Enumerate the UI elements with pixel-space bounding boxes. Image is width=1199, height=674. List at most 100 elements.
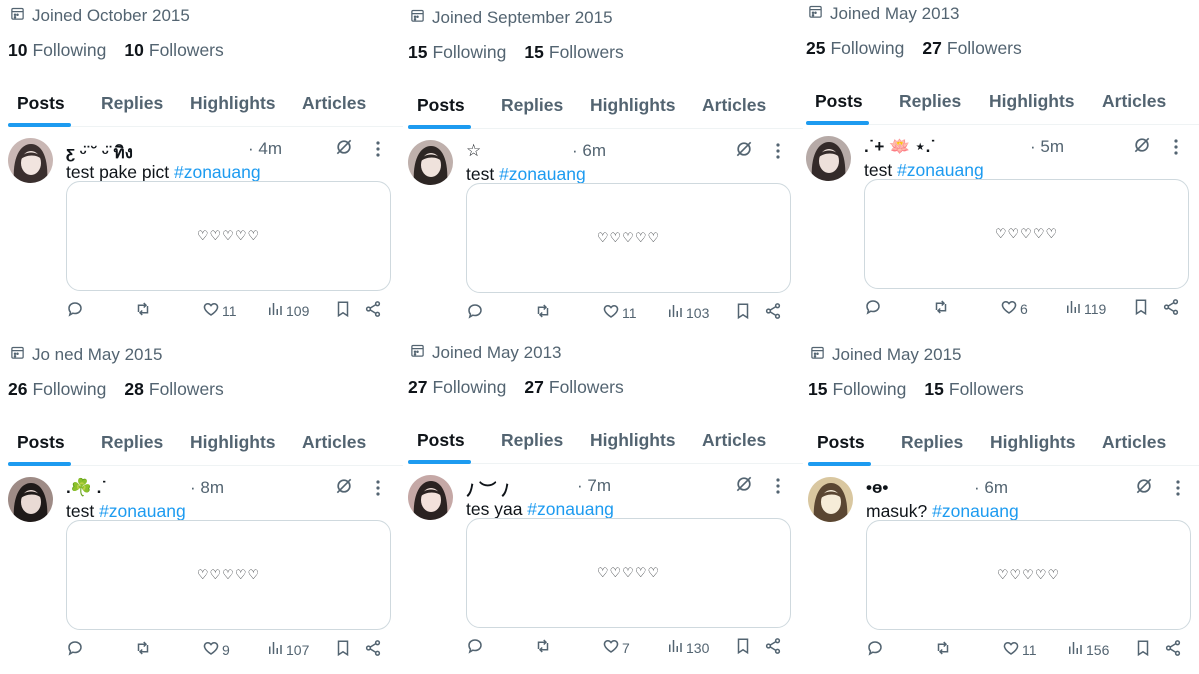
followers-link[interactable]: 15 Followers — [524, 42, 623, 63]
display-name[interactable]: ☆ — [466, 141, 481, 161]
followers-link[interactable]: 27 Followers — [524, 377, 623, 398]
display-name[interactable]: •ɵ• — [866, 478, 888, 498]
display-name[interactable]: .˙+ 🪷 ⋆.˙ — [864, 137, 936, 157]
bookmark-button[interactable] — [734, 302, 752, 323]
views-button[interactable]: 109 — [266, 300, 309, 321]
hashtag-link[interactable]: #zonauang — [897, 160, 984, 180]
post-time[interactable]: · 7m — [577, 476, 611, 496]
avatar[interactable] — [806, 136, 851, 181]
post-time[interactable]: · 4m — [248, 139, 282, 159]
repost-button[interactable] — [934, 639, 952, 660]
more-icon[interactable] — [776, 478, 780, 494]
avatar[interactable] — [8, 477, 53, 522]
tab-articles[interactable]: Articles — [302, 432, 366, 453]
bookmark-button[interactable] — [1134, 639, 1152, 660]
avatar[interactable] — [408, 475, 453, 520]
repost-button[interactable] — [534, 302, 552, 323]
more-icon[interactable] — [376, 480, 380, 496]
following-link[interactable]: 10 Following — [8, 40, 106, 61]
bookmark-button[interactable] — [334, 639, 352, 660]
repost-button[interactable] — [932, 298, 950, 319]
avatar[interactable] — [8, 138, 53, 183]
tab-posts[interactable]: Posts — [17, 432, 65, 453]
tab-articles[interactable]: Articles — [1102, 432, 1166, 453]
tab-posts[interactable]: Posts — [817, 432, 865, 453]
tab-replies[interactable]: Replies — [901, 432, 963, 453]
media-card[interactable]: ♡♡♡♡♡ — [66, 520, 391, 630]
grok-icon[interactable] — [334, 137, 354, 157]
repost-button[interactable] — [134, 300, 152, 321]
post-time[interactable]: · 8m — [190, 478, 224, 498]
like-button[interactable]: 11 — [202, 300, 237, 321]
grok-icon[interactable] — [734, 139, 754, 159]
grok-icon[interactable] — [334, 476, 354, 496]
share-button[interactable] — [1164, 639, 1182, 660]
tab-posts[interactable]: Posts — [815, 91, 863, 112]
following-link[interactable]: 15 Following — [808, 379, 906, 400]
reply-button[interactable] — [66, 639, 84, 660]
more-icon[interactable] — [376, 141, 380, 157]
share-button[interactable] — [364, 300, 382, 321]
media-card[interactable]: ♡♡♡♡♡ — [66, 181, 391, 291]
following-link[interactable]: 27 Following — [408, 377, 506, 398]
reply-button[interactable] — [66, 300, 84, 321]
bookmark-button[interactable] — [734, 637, 752, 658]
like-button[interactable]: 9 — [202, 639, 230, 660]
tab-posts[interactable]: Posts — [417, 430, 465, 451]
bookmark-button[interactable] — [1132, 298, 1150, 319]
like-button[interactable]: 7 — [602, 637, 630, 658]
more-icon[interactable] — [1176, 480, 1180, 496]
followers-link[interactable]: 10 Followers — [124, 40, 223, 61]
share-button[interactable] — [764, 302, 782, 323]
like-button[interactable]: 11 — [602, 302, 637, 323]
tab-posts[interactable]: Posts — [17, 93, 65, 114]
followers-link[interactable]: 28 Followers — [124, 379, 223, 400]
tab-posts[interactable]: Posts — [417, 95, 465, 116]
avatar[interactable] — [408, 140, 453, 185]
reply-button[interactable] — [866, 639, 884, 660]
following-link[interactable]: 15 Following — [408, 42, 506, 63]
views-button[interactable]: 103 — [666, 302, 709, 323]
post-time[interactable]: · 6m — [974, 478, 1008, 498]
tab-highlights[interactable]: Highlights — [190, 432, 276, 453]
views-button[interactable]: 130 — [666, 637, 709, 658]
followers-link[interactable]: 27 Followers — [922, 38, 1021, 59]
hashtag-link[interactable]: #zonauang — [99, 501, 186, 521]
like-button[interactable]: 6 — [1000, 298, 1028, 319]
views-button[interactable]: 107 — [266, 639, 309, 660]
tab-highlights[interactable]: Highlights — [989, 91, 1075, 112]
grok-icon[interactable] — [734, 474, 754, 494]
tab-replies[interactable]: Replies — [501, 95, 563, 116]
repost-button[interactable] — [534, 637, 552, 658]
bookmark-button[interactable] — [334, 300, 352, 321]
hashtag-link[interactable]: #zonauang — [499, 164, 586, 184]
display-name[interactable]: ﾉ ︶ ﾉ — [466, 476, 509, 501]
more-icon[interactable] — [776, 143, 780, 159]
reply-button[interactable] — [864, 298, 882, 319]
reply-button[interactable] — [466, 637, 484, 658]
tab-replies[interactable]: Replies — [101, 432, 163, 453]
tab-highlights[interactable]: Highlights — [190, 93, 276, 114]
tab-articles[interactable]: Articles — [702, 430, 766, 451]
hashtag-link[interactable]: #zonauang — [527, 499, 614, 519]
followers-link[interactable]: 15 Followers — [924, 379, 1023, 400]
following-link[interactable]: 25 Following — [806, 38, 904, 59]
tab-replies[interactable]: Replies — [501, 430, 563, 451]
media-card[interactable]: ♡♡♡♡♡ — [866, 520, 1191, 630]
avatar[interactable] — [808, 477, 853, 522]
views-button[interactable]: 156 — [1066, 639, 1109, 660]
share-button[interactable] — [364, 639, 382, 660]
tab-articles[interactable]: Articles — [1102, 91, 1166, 112]
share-button[interactable] — [1162, 298, 1180, 319]
views-button[interactable]: 119 — [1064, 298, 1106, 319]
display-name[interactable]: .☘️ .˙ — [66, 478, 107, 498]
post-time[interactable]: · 6m — [572, 141, 606, 161]
hashtag-link[interactable]: #zonauang — [932, 501, 1019, 521]
like-button[interactable]: 11 — [1002, 639, 1037, 660]
following-link[interactable]: 26 Following — [8, 379, 106, 400]
tab-highlights[interactable]: Highlights — [590, 430, 676, 451]
media-card[interactable]: ♡♡♡♡♡ — [466, 518, 791, 628]
grok-icon[interactable] — [1134, 476, 1154, 496]
media-card[interactable]: ♡♡♡♡♡ — [864, 179, 1189, 289]
media-card[interactable]: ♡♡♡♡♡ — [466, 183, 791, 293]
